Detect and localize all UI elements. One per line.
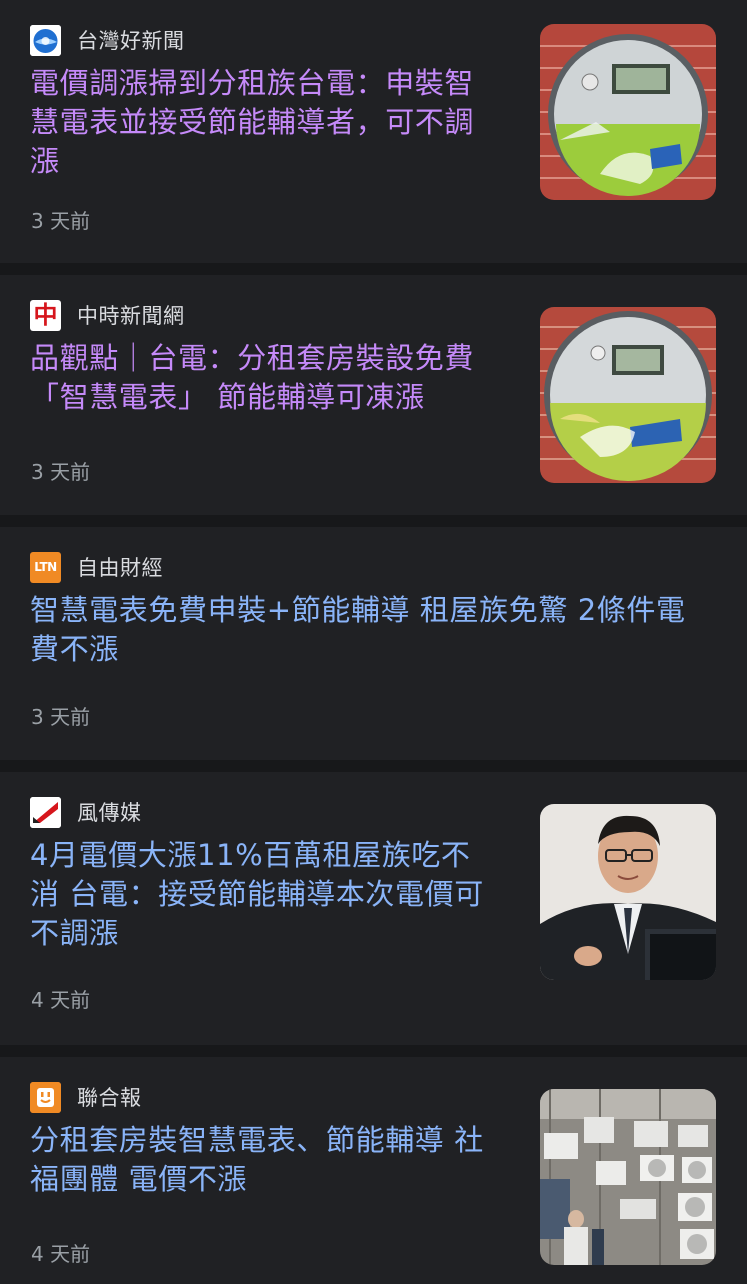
udn-logo-icon: [30, 1081, 61, 1113]
news-card[interactable]: 聯合報 分租套房裝智慧電表、節能輔導 社福團體 電價不漲 4 天前: [0, 1057, 747, 1284]
source-name: 中時新聞網: [77, 304, 185, 328]
news-card[interactable]: 台灣好新聞 電價調漲掃到分租族台電：申裝智慧電表並接受節能輔導者，可不調漲 3 …: [0, 0, 747, 263]
timestamp: 3 天前: [31, 460, 91, 484]
timestamp: 4 天前: [31, 1242, 91, 1266]
headline-link[interactable]: 智慧電表免費申裝+節能輔導 租屋族免驚 2條件電費不漲: [30, 591, 705, 669]
thumbnail-image[interactable]: [540, 804, 716, 980]
taiwan-good-news-logo-icon: [30, 24, 61, 56]
china-times-logo-icon: 中: [30, 299, 61, 331]
ltn-logo-icon: LTN: [30, 551, 61, 583]
news-source: LTN 自由財經: [30, 551, 717, 583]
storm-media-logo-icon: [30, 796, 61, 828]
news-card[interactable]: LTN 自由財經 智慧電表免費申裝+節能輔導 租屋族免驚 2條件電費不漲 3 天…: [0, 527, 747, 760]
headline-link[interactable]: 分租套房裝智慧電表、節能輔導 社福團體 電價不漲: [30, 1121, 500, 1199]
logo-text: LTN: [34, 559, 57, 574]
smart-meter-photo-icon: [540, 24, 716, 200]
smart-meter-photo-icon: [540, 307, 716, 483]
building-air-conditioners-photo-icon: [540, 1089, 716, 1265]
news-card[interactable]: 風傳媒 4月電價大漲11%百萬租屋族吃不消 台電：接受節能輔導本次電價可不調漲 …: [0, 772, 747, 1045]
thumbnail-image[interactable]: [540, 1089, 716, 1265]
source-name: 風傳媒: [77, 801, 142, 825]
card-divider: [0, 515, 747, 527]
card-divider: [0, 760, 747, 772]
source-name: 台灣好新聞: [77, 29, 185, 53]
timestamp: 3 天前: [31, 209, 91, 233]
news-card[interactable]: 中 中時新聞網 品觀點｜台電：分租套房裝設免費「智慧電表」 節能輔導可凍漲 3 …: [0, 275, 747, 515]
logo-text: 中: [33, 300, 58, 329]
thumbnail-image[interactable]: [540, 307, 716, 483]
source-name: 聯合報: [77, 1086, 142, 1110]
card-divider: [0, 263, 747, 275]
timestamp: 3 天前: [31, 705, 91, 729]
headline-link[interactable]: 4月電價大漲11%百萬租屋族吃不消 台電：接受節能輔導本次電價可不調漲: [30, 836, 500, 953]
official-speaking-photo-icon: [540, 804, 716, 980]
thumbnail-image[interactable]: [540, 24, 716, 200]
news-feed: 台灣好新聞 電價調漲掃到分租族台電：申裝智慧電表並接受節能輔導者，可不調漲 3 …: [0, 0, 747, 1284]
source-name: 自由財經: [77, 556, 163, 580]
card-divider: [0, 1045, 747, 1057]
headline-link[interactable]: 品觀點｜台電：分租套房裝設免費「智慧電表」 節能輔導可凍漲: [30, 339, 500, 417]
timestamp: 4 天前: [31, 988, 91, 1012]
headline-link[interactable]: 電價調漲掃到分租族台電：申裝智慧電表並接受節能輔導者，可不調漲: [30, 64, 495, 181]
